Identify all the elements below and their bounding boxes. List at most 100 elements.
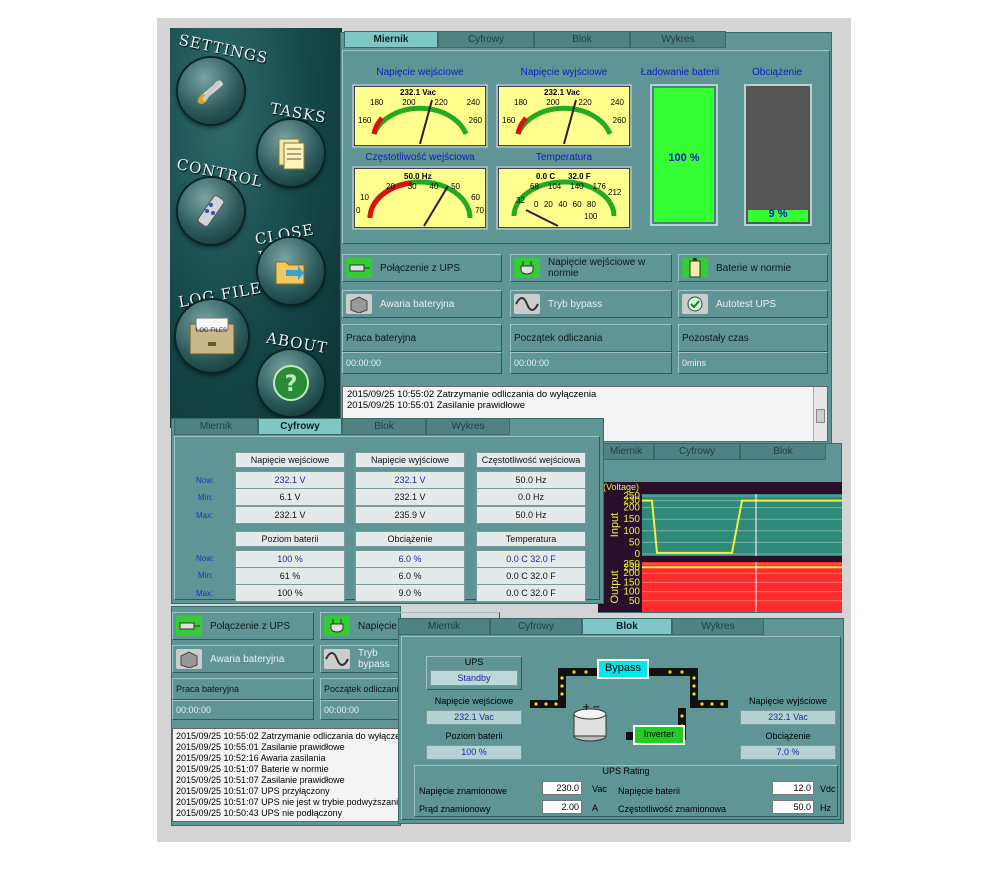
load-text: 9 % — [768, 208, 788, 220]
wrench-icon — [197, 80, 223, 104]
folder-icon — [275, 261, 305, 285]
tab-chart[interactable]: Wykres — [630, 31, 726, 48]
temperature-scale-f: 68 104 140 176 — [530, 182, 606, 191]
header-load: Obciążenie — [355, 531, 465, 547]
scale-tick: 240 — [610, 98, 624, 107]
status-text: Autotest UPS — [716, 298, 777, 310]
chart-tick-label: 150 — [623, 514, 640, 525]
tab-meter[interactable]: Miernik — [398, 618, 490, 635]
scale-tick: 140 — [570, 182, 584, 191]
remote-control-icon — [197, 195, 225, 227]
control-button[interactable] — [178, 178, 244, 244]
tab-meter[interactable]: Miernik — [344, 31, 438, 48]
countdown-start-label: Początek odliczania — [510, 324, 672, 352]
tab-digital[interactable]: Cyfrowy — [258, 418, 342, 435]
row-label-max: Max: — [196, 589, 214, 598]
temperature-value-f: 32.0 F — [568, 172, 591, 181]
tab-chart[interactable]: Wykres — [672, 618, 764, 635]
temperature-scale-low: 32 — [516, 196, 525, 205]
chart-tick-label: 200 — [623, 503, 640, 514]
status-text: Baterie w normie — [716, 262, 792, 274]
chart-tick-label: 50 — [629, 537, 641, 548]
header-battery-level: Poziom baterii — [235, 531, 345, 547]
chart-tick-label: 100 — [623, 526, 640, 537]
plug-icon — [346, 258, 372, 278]
event-log[interactable]: 2015/09/25 10:55:02 Zatrzymanie odliczan… — [172, 728, 400, 822]
value-cell: 0.0 Hz — [476, 488, 586, 506]
nominal-current-label: Prąd znamionowy — [419, 804, 491, 814]
status-text: Połączenie z UPS — [210, 620, 291, 632]
battery-voltage-value: 12.0 — [772, 781, 814, 795]
header-input-frequency: Częstotliwość wejściowa — [476, 452, 586, 468]
chart-axis-label: Input — [609, 513, 621, 537]
tab-meter[interactable]: Miernik — [174, 418, 258, 435]
scrollbar-thumb[interactable] — [816, 409, 825, 423]
value-cell: 235.9 V — [355, 506, 465, 524]
status-autotest: Autotest UPS — [678, 290, 828, 318]
log-scrollbar[interactable] — [813, 387, 827, 441]
tasks-button[interactable] — [258, 120, 324, 186]
scale-tick: 240 — [466, 98, 480, 107]
scale-tick: 180 — [370, 98, 384, 107]
tab-block[interactable]: Blok — [534, 31, 630, 48]
settings-button[interactable] — [178, 58, 244, 124]
input-voltage-scale-ends: 160 260 — [358, 116, 482, 125]
value-cell: 0.0 C 32.0 F — [476, 584, 586, 602]
wave-icon — [324, 649, 350, 669]
value-cell: 0.0 C 32.0 F — [476, 567, 586, 585]
log-line: 2015/09/25 10:52:16 Awaria zasilania — [176, 753, 326, 763]
tab-block[interactable]: Blok — [342, 418, 426, 435]
scale-tick: 160 — [358, 116, 372, 125]
value-cell: 6.1 V — [235, 488, 345, 506]
input-frequency-scale-ends: 0 70 — [356, 206, 484, 215]
tab-digital[interactable]: Cyfrowy — [654, 443, 740, 460]
power-plug-icon — [514, 258, 540, 278]
status-text: Tryb bypass — [358, 648, 390, 670]
ups-state-value: Standby — [430, 670, 518, 686]
battery-work-value: 00:00:00 — [342, 352, 502, 374]
load-bar: 9 % — [744, 84, 812, 226]
output-voltage-gauge-label: Napięcie wyjściowe — [520, 67, 608, 78]
log-file-button[interactable] — [176, 300, 248, 372]
tab-chart[interactable]: Wykres — [426, 418, 510, 435]
ups-label: UPS — [464, 657, 484, 667]
row-label-min: Min: — [198, 493, 214, 502]
status-text: Awaria bateryjna — [210, 653, 285, 665]
tab-meter[interactable]: Miernik — [598, 443, 654, 460]
scale-tick: 40 — [429, 182, 439, 191]
tab-digital[interactable]: Cyfrowy — [438, 31, 534, 48]
status-text: Tryb bypass — [548, 298, 603, 310]
chart-plot-area — [642, 562, 842, 612]
tab-block[interactable]: Blok — [582, 618, 672, 635]
voltage-chart: Input 250 230 200 150 100 50 0 Output 250 230 200 15… — [598, 482, 842, 612]
plug-icon — [176, 616, 202, 636]
battery-box-icon — [346, 294, 372, 314]
tab-digital[interactable]: Cyfrowy — [490, 618, 582, 635]
log-line: 2015/09/25 10:51:07 UPS nie jest w trybi… — [176, 797, 400, 807]
document-icon — [278, 138, 305, 170]
value-cell: 6.0 % — [355, 550, 465, 568]
battery-icon — [682, 258, 708, 278]
battery-charge-bar: 100 % — [650, 84, 718, 226]
tab-block[interactable]: Blok — [740, 443, 826, 460]
log-line: 2015/09/25 10:50:43 UPS nie podłączony — [176, 808, 343, 818]
scale-tick: 160 — [502, 116, 516, 125]
load-label: Obciążenie — [751, 67, 803, 78]
log-line: 2015/09/25 10:55:02 Zatrzymanie odliczan… — [347, 389, 597, 400]
row-label-now: Now: — [196, 476, 215, 485]
temperature-scale-high-f: 212 — [608, 188, 622, 197]
nominal-voltage-value: 230.0 — [542, 781, 582, 795]
scale-tick: 50 — [451, 182, 460, 191]
scale-tick: 200 — [402, 98, 416, 107]
battery-charge-text: 100 % — [668, 152, 700, 164]
power-plug-icon — [324, 616, 350, 636]
svg-text:−: − — [592, 702, 600, 713]
rating-title: UPS Rating — [602, 766, 650, 776]
help-icon: ? — [273, 365, 309, 401]
chart-tabs: Miernik Cyfrowy Blok — [598, 443, 826, 460]
scale-tick: 40 — [558, 200, 568, 209]
about-button[interactable]: ? — [258, 350, 324, 416]
log-line: 2015/09/25 10:51:07 UPS przyłączony — [176, 786, 330, 796]
chart-axis-label: Output — [609, 570, 621, 603]
close-file-button[interactable] — [258, 238, 324, 304]
